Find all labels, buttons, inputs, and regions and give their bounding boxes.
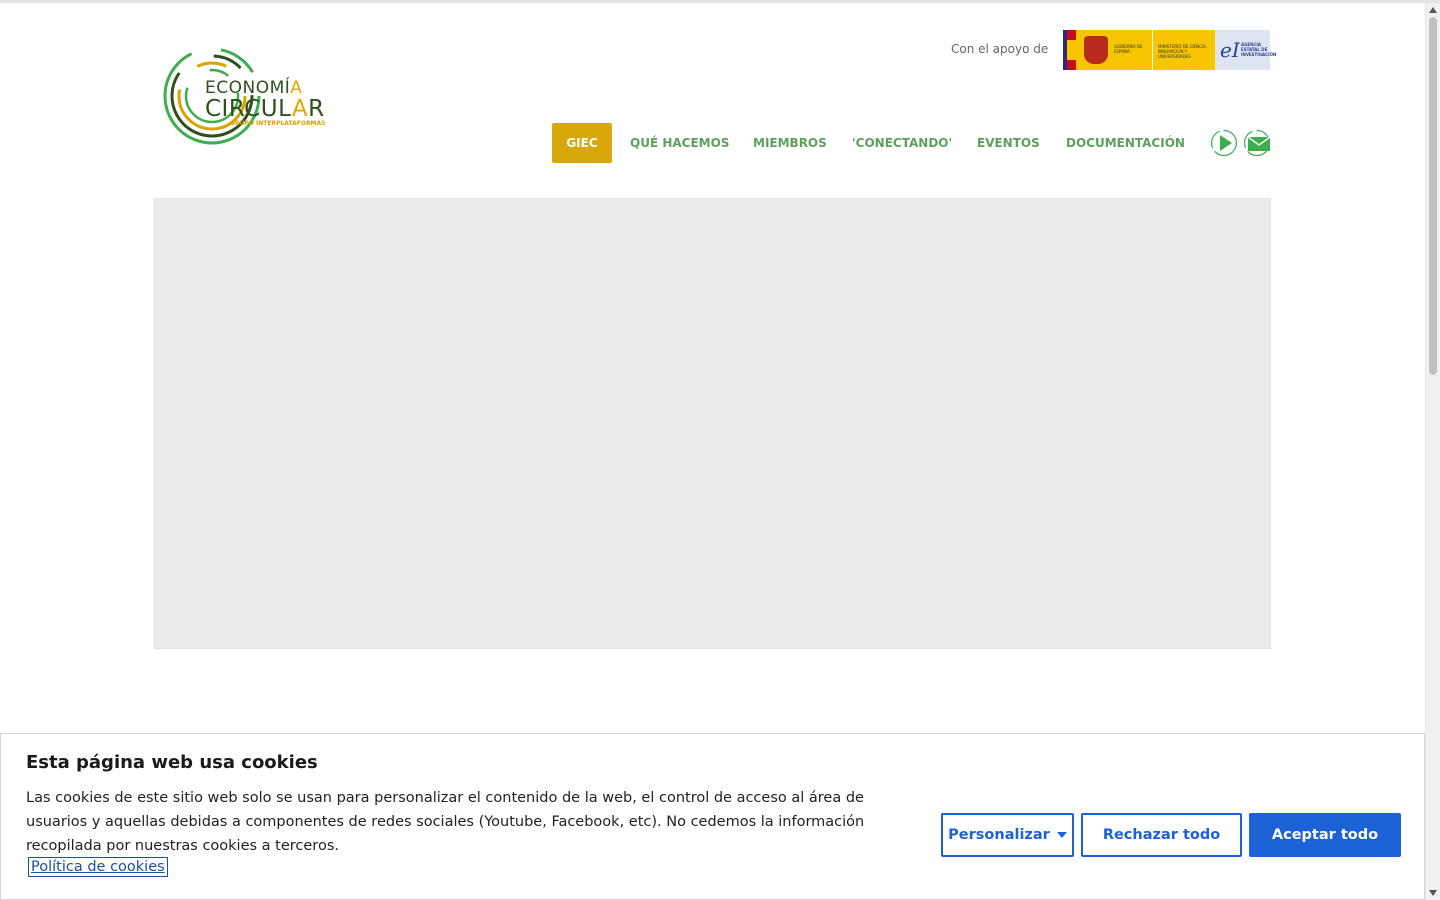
cookie-title: Esta página web usa cookies: [26, 752, 318, 773]
mail-icon[interactable]: [1243, 129, 1271, 157]
scroll-down-icon[interactable]: [1429, 890, 1437, 896]
ministry-text: MINISTERIO DE CIENCIA, INNOVACIÓN Y UNIV…: [1158, 44, 1208, 59]
top-border: [0, 0, 1440, 3]
page-scrollbar[interactable]: [1425, 3, 1440, 900]
sponsor-divider: [1152, 30, 1153, 70]
nav-item-conectando[interactable]: 'CONECTANDO': [852, 123, 952, 163]
customize-button[interactable]: Personalizar: [941, 813, 1074, 857]
gov-text: GOBIERNO DE ESPAÑA: [1114, 44, 1143, 54]
scroll-thumb[interactable]: [1429, 17, 1437, 375]
accept-all-button[interactable]: Aceptar todo: [1249, 813, 1401, 857]
nav-item-que-hacemos[interactable]: QUÉ HACEMOS: [630, 123, 729, 163]
nav-item-miembros[interactable]: MIEMBROS: [753, 123, 827, 163]
logo-title-line2: CIRCULAR: [205, 96, 325, 122]
play-icon[interactable]: [1210, 129, 1238, 157]
hero-slider: [154, 198, 1271, 649]
agency-logo: eI AGENCIA ESTATAL DE INVESTIGACIÓN: [1215, 30, 1276, 70]
customize-button-label: Personalizar: [948, 827, 1050, 843]
spain-flag-icon: [1063, 30, 1076, 70]
coat-of-arms-icon: [1084, 36, 1108, 64]
nav-item-documentacion[interactable]: DOCUMENTACIÓN: [1066, 123, 1185, 163]
cookie-banner: Esta página web usa cookies Las cookies …: [0, 733, 1425, 900]
logo-tagline: GRUPO INTERPLATAFORMAS: [230, 120, 326, 127]
ministry-logo: GOBIERNO DE ESPAÑA MINISTERIO DE CIENCIA…: [1076, 30, 1215, 70]
cookie-description: Las cookies de este sitio web solo se us…: [26, 790, 865, 854]
logo-title-line1: ECONOMÍA: [205, 78, 303, 98]
site-logo[interactable]: ECONOMÍA CIRCULAR GRUPO INTERPLATAFORMAS: [162, 44, 330, 148]
reject-all-button[interactable]: Rechazar todo: [1081, 813, 1242, 857]
scroll-up-icon[interactable]: [1429, 7, 1437, 13]
nav-item-eventos[interactable]: EVENTOS: [977, 123, 1040, 163]
support-label: Con el apoyo de: [951, 42, 1049, 56]
caret-down-icon: [1056, 832, 1067, 838]
nav-item-giec[interactable]: GIEC: [552, 123, 612, 163]
cookie-policy-link[interactable]: Política de cookies: [28, 857, 168, 877]
agency-text: AGENCIA ESTATAL DE INVESTIGACIÓN: [1241, 42, 1277, 57]
sponsor-logo[interactable]: GOBIERNO DE ESPAÑA MINISTERIO DE CIENCIA…: [1063, 30, 1276, 70]
agency-mark-icon: eI: [1220, 38, 1240, 62]
